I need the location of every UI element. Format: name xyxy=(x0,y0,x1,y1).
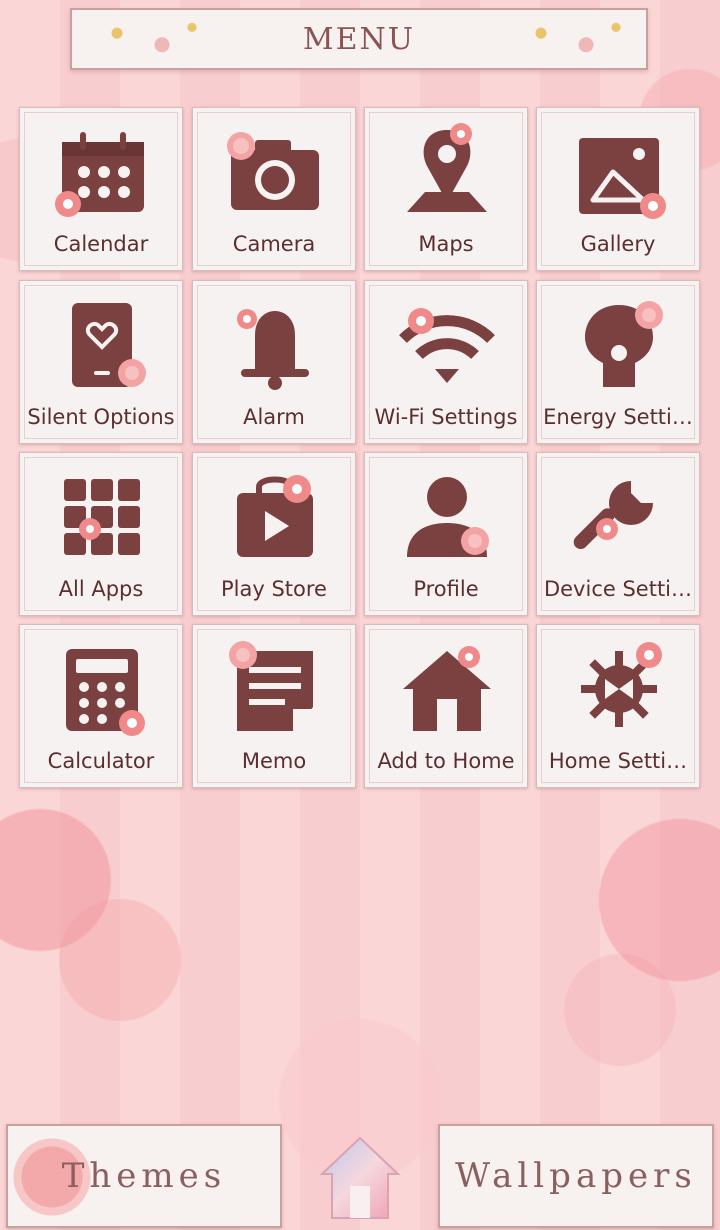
tile-label: Device Setti… xyxy=(543,577,693,601)
tile-silent-options[interactable]: Silent Options xyxy=(19,280,183,444)
tile-label: Play Store xyxy=(221,577,327,601)
tile-energy-settings[interactable]: Energy Setti… xyxy=(536,280,700,444)
themes-button[interactable]: Themes xyxy=(6,1124,282,1228)
tile-camera[interactable]: Camera xyxy=(192,107,356,271)
person-icon xyxy=(407,477,489,557)
tile-calculator[interactable]: Calculator xyxy=(19,624,183,788)
branch-decoration xyxy=(496,10,646,68)
tile-home-settings[interactable]: Home Setti… xyxy=(536,624,700,788)
menu-title-bar: MENU xyxy=(70,8,648,70)
tile-label: Add to Home xyxy=(377,749,515,773)
tile-label: Calculator xyxy=(47,749,155,773)
camera-icon xyxy=(227,132,319,210)
wallpapers-button[interactable]: Wallpapers xyxy=(438,1124,714,1228)
tile-profile[interactable]: Profile xyxy=(364,452,528,616)
tile-label: Profile xyxy=(413,577,479,601)
calculator-icon xyxy=(66,649,145,736)
tile-play-store[interactable]: Play Store xyxy=(192,452,356,616)
tile-memo[interactable]: Memo xyxy=(192,624,356,788)
tile-label: Memo xyxy=(241,749,307,773)
bell-icon xyxy=(237,309,309,390)
wifi-icon xyxy=(399,308,495,383)
tile-label: Maps xyxy=(418,232,474,256)
home-icon[interactable] xyxy=(318,1132,402,1224)
tile-label: Alarm xyxy=(243,405,305,429)
wrench-icon xyxy=(573,481,653,550)
tile-label: Silent Options xyxy=(27,405,175,429)
tile-label: Home Setti… xyxy=(548,749,688,773)
settings-gear-icon xyxy=(581,642,662,727)
wallpapers-label: Wallpapers xyxy=(455,1156,697,1196)
apps-grid-icon xyxy=(64,479,140,555)
memo-icon xyxy=(229,641,313,731)
tile-all-apps[interactable]: All Apps xyxy=(19,452,183,616)
tile-label: Calendar xyxy=(53,232,149,256)
themes-label: Themes xyxy=(61,1156,227,1196)
silent-phone-icon xyxy=(72,303,146,387)
energy-icon xyxy=(585,301,663,387)
page-title: MENU xyxy=(302,21,416,57)
image-icon xyxy=(579,138,666,219)
tile-gallery[interactable]: Gallery xyxy=(536,107,700,271)
calendar-icon xyxy=(55,132,144,217)
tile-add-to-home[interactable]: Add to Home xyxy=(364,624,528,788)
branch-decoration xyxy=(72,10,222,68)
play-store-icon xyxy=(237,475,313,557)
tile-label: Energy Setti… xyxy=(543,405,693,429)
tile-label: Wi-Fi Settings xyxy=(374,405,518,429)
tile-device-settings[interactable]: Device Setti… xyxy=(536,452,700,616)
house-icon xyxy=(403,646,491,731)
tile-label: All Apps xyxy=(58,577,144,601)
tile-alarm[interactable]: Alarm xyxy=(192,280,356,444)
tile-calendar[interactable]: Calendar xyxy=(19,107,183,271)
map-pin-icon xyxy=(407,123,487,212)
tile-wifi-settings[interactable]: Wi-Fi Settings xyxy=(364,280,528,444)
tile-label: Gallery xyxy=(580,232,656,256)
tile-maps[interactable]: Maps xyxy=(364,107,528,271)
tile-label: Camera xyxy=(232,232,316,256)
